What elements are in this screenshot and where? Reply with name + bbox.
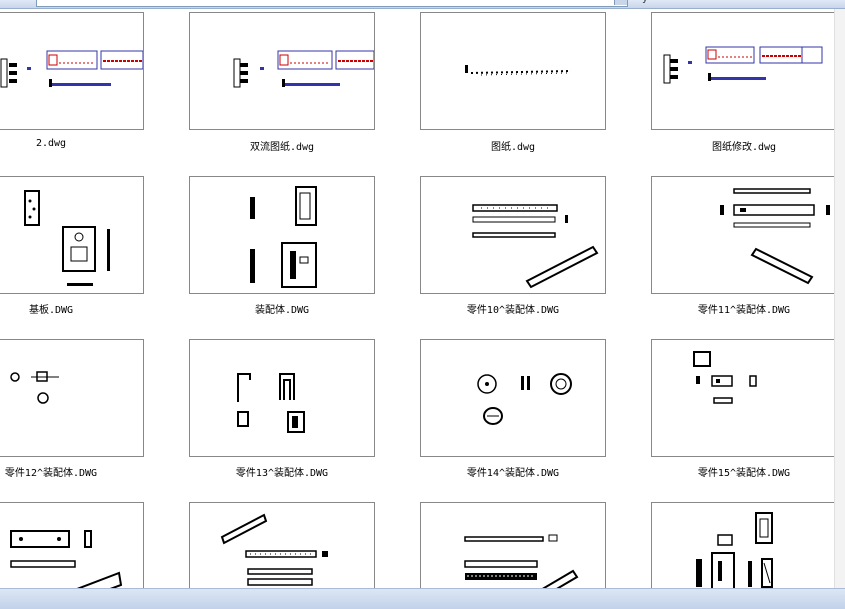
file-name: 零件14^装配体.DWG [466, 468, 560, 479]
dwg-preview [0, 50, 143, 88]
thumbnail-item[interactable] [189, 502, 375, 588]
thumbnail-item[interactable] [420, 502, 606, 588]
file-name: 零件10^装配体.DWG [466, 305, 560, 316]
dwg-preview [464, 534, 579, 588]
thumbnail-item[interactable] [420, 339, 606, 457]
status-bar [0, 588, 845, 609]
address-dropdown-button[interactable] [614, 0, 627, 5]
vertical-scrollbar[interactable] [834, 9, 845, 588]
thumbnail-item[interactable] [0, 12, 144, 130]
dwg-preview [233, 50, 374, 88]
thumbnail-item[interactable] [0, 176, 144, 294]
dwg-preview [663, 46, 823, 84]
file-name: 双流图纸.dwg [249, 142, 315, 153]
thumbnail-item[interactable] [189, 339, 375, 457]
dwg-preview [250, 186, 317, 288]
dwg-preview [10, 371, 59, 404]
file-name: 零件11^装配体.DWG [697, 305, 791, 316]
thumbnail-item[interactable] [0, 339, 144, 457]
thumbnail-grid[interactable]: 2.dwg 双流图纸.dwg 图纸.dwg 图纸修改.dwg 基板.DWG 装配… [0, 9, 845, 588]
address-input[interactable] [36, 0, 628, 7]
thumbnail-item[interactable] [651, 502, 837, 588]
thumbnail-item[interactable] [189, 176, 375, 294]
dwg-preview [10, 530, 123, 588]
thumbnail-item[interactable] [651, 12, 837, 130]
dwg-preview [24, 190, 110, 286]
file-name: 装配体.DWG [254, 305, 310, 316]
file-name: 基板.DWG [28, 305, 74, 316]
dwg-preview [220, 513, 328, 586]
file-name: 零件12^装配体.DWG [4, 468, 98, 479]
thumbnail-item[interactable] [420, 176, 606, 294]
address-marker: y [642, 0, 648, 4]
dwg-preview [720, 188, 830, 285]
thumbnail-item[interactable] [651, 339, 837, 457]
thumbnail-item[interactable] [0, 502, 144, 588]
address-bar: y [0, 0, 845, 9]
dwg-preview [696, 512, 773, 588]
thumbnail-item[interactable] [651, 176, 837, 294]
file-name: 零件15^装配体.DWG [697, 468, 791, 479]
file-name: 2.dwg [35, 138, 67, 149]
dwg-preview [477, 373, 572, 425]
file-name: 零件13^装配体.DWG [235, 468, 329, 479]
thumbnail-item[interactable] [420, 12, 606, 130]
file-name: 图纸修改.dwg [711, 142, 777, 153]
thumbnail-item[interactable] [189, 12, 375, 130]
dwg-preview [472, 204, 599, 289]
dwg-preview [693, 351, 757, 404]
dwg-preview [465, 65, 572, 76]
file-name: 图纸.dwg [490, 142, 536, 153]
dwg-preview [237, 373, 305, 433]
